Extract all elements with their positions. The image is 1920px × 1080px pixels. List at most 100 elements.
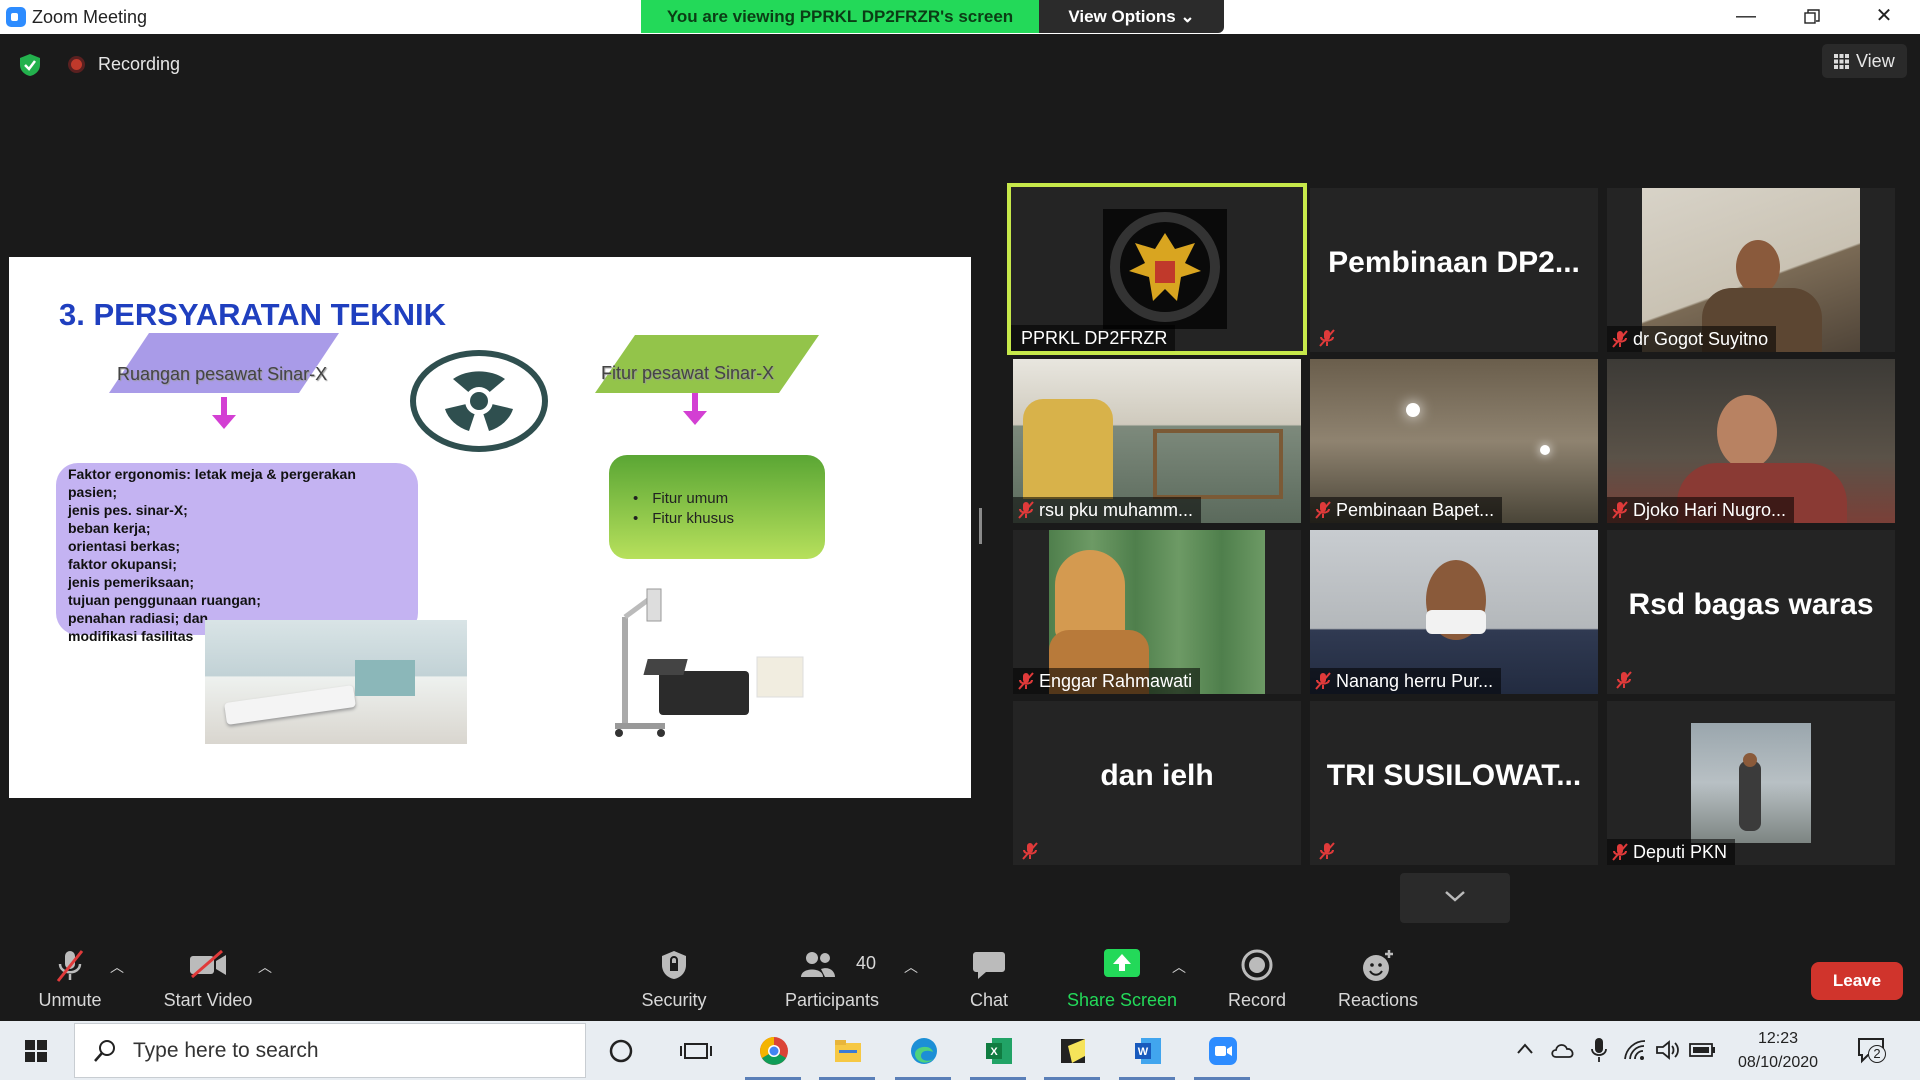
- security-label: Security: [641, 990, 707, 1010]
- share-screen-button[interactable]: Share Screen: [1062, 935, 1182, 1021]
- garuda-logo: [1103, 209, 1227, 329]
- muted-mic-icon: [1616, 671, 1632, 689]
- wifi-icon[interactable]: [1623, 1039, 1647, 1061]
- leave-button[interactable]: Leave: [1811, 962, 1903, 1000]
- unmute-label: Unmute: [38, 990, 102, 1010]
- participant-name: PPRKL DP2FRZR: [1011, 325, 1176, 351]
- task-view-icon[interactable]: [680, 1037, 712, 1065]
- muted-mic-icon: [1315, 501, 1331, 519]
- audio-options-caret-icon[interactable]: ︿: [110, 957, 124, 977]
- volume-icon[interactable]: [1655, 1039, 1681, 1061]
- participant-tile[interactable]: PPRKL DP2FRZR: [1007, 183, 1307, 355]
- minimize-icon[interactable]: —: [1718, 0, 1774, 34]
- participant-tile[interactable]: Deputi PKN: [1607, 701, 1895, 865]
- sticky-notes-icon[interactable]: [1036, 1021, 1108, 1080]
- security-button[interactable]: Security: [624, 935, 724, 1021]
- show-hidden-icons-chevron-icon[interactable]: [1515, 1041, 1535, 1057]
- view-button[interactable]: View: [1822, 44, 1907, 78]
- cortana-icon[interactable]: [607, 1037, 635, 1065]
- participant-name: Pembinaan Bapet...: [1336, 500, 1495, 520]
- participant-name: Djoko Hari Nugro...: [1633, 500, 1787, 520]
- participant-tile[interactable]: rsu pku muhamm...: [1013, 359, 1301, 523]
- participant-tile[interactable]: dr Gogot Suyitno: [1607, 188, 1895, 352]
- participant-label: Nanang herru Pur...: [1310, 668, 1502, 694]
- taskbar-clock[interactable]: 12:23 08/10/2020: [1718, 1027, 1838, 1075]
- encryption-shield-icon[interactable]: [19, 53, 41, 77]
- participant-name: dr Gogot Suyitno: [1633, 329, 1769, 349]
- video-options-caret-icon[interactable]: ︿: [258, 957, 272, 977]
- start-video-button[interactable]: Start Video: [150, 935, 266, 1021]
- participants-options-caret-icon[interactable]: ︿: [904, 957, 918, 977]
- restore-icon[interactable]: [1784, 0, 1840, 34]
- chat-label: Chat: [969, 990, 1009, 1010]
- battery-icon[interactable]: [1689, 1041, 1717, 1059]
- muted-mic-icon: [1319, 842, 1335, 860]
- word-icon[interactable]: W: [1111, 1021, 1183, 1080]
- reactions-icon: [1363, 950, 1393, 981]
- clock-date: 08/10/2020: [1737, 1054, 1819, 1071]
- record-icon: [1241, 949, 1273, 981]
- search-icon: [94, 1040, 115, 1062]
- edge-icon[interactable]: [887, 1021, 959, 1080]
- close-icon[interactable]: ✕: [1856, 0, 1912, 34]
- microphone-tray-icon[interactable]: [1591, 1037, 1607, 1063]
- muted-mic-icon: [1018, 501, 1034, 519]
- factor-item: orientasi berkas;: [68, 538, 181, 554]
- factor-item: tujuan penggunaan ruangan;: [68, 592, 261, 608]
- participant-tile[interactable]: Djoko Hari Nugro...: [1607, 359, 1895, 523]
- participant-tile[interactable]: Pembinaan Bapet...: [1310, 359, 1598, 523]
- xray-room-photo: [205, 620, 467, 744]
- windows-start-icon[interactable]: [0, 1021, 72, 1080]
- chevron-down-icon: [1445, 891, 1465, 902]
- participant-name: Enggar Rahmawati: [1039, 671, 1193, 691]
- record-button[interactable]: Record: [1212, 935, 1302, 1021]
- participant-tile[interactable]: Nanang herru Pur...: [1310, 530, 1598, 694]
- participant-tile[interactable]: Rsd bagas waras: [1607, 530, 1895, 694]
- factor-item: Faktor ergonomis: letak meja & pergeraka…: [68, 466, 356, 482]
- gallery-next-page-button[interactable]: [1400, 873, 1510, 923]
- viewing-screen-banner: You are viewing PPRKL DP2FRZR's screen: [641, 0, 1039, 33]
- notifications-button[interactable]: 2: [1856, 1035, 1886, 1065]
- security-shield-icon: [662, 951, 686, 979]
- zoom-icon[interactable]: [1186, 1021, 1258, 1080]
- participant-label: dr Gogot Suyitno: [1607, 326, 1777, 352]
- participant-label: rsu pku muhamm...: [1013, 497, 1202, 523]
- participants-button[interactable]: 40 Participants: [772, 935, 892, 1021]
- factor-item: beban kerja;: [68, 520, 151, 536]
- slide-title: 3. PERSYARATAN TEKNIK: [59, 297, 446, 332]
- muted-mic-icon: [1612, 501, 1628, 519]
- onedrive-cloud-icon[interactable]: [1550, 1041, 1576, 1059]
- participant-tile[interactable]: Pembinaan DP2...: [1310, 188, 1598, 352]
- participant-tile[interactable]: Enggar Rahmawati: [1013, 530, 1301, 694]
- search-placeholder: Type here to search: [133, 1039, 319, 1062]
- panel-resize-handle[interactable]: [979, 508, 982, 544]
- notification-count: 2: [1868, 1045, 1886, 1063]
- file-explorer-icon[interactable]: [811, 1021, 883, 1080]
- view-options-button[interactable]: View Options ⌄: [1039, 0, 1224, 33]
- share-options-caret-icon[interactable]: ︿: [1172, 957, 1186, 977]
- left-arrow: [221, 397, 227, 417]
- chrome-icon[interactable]: [737, 1021, 809, 1080]
- participant-tile[interactable]: TRI SUSILOWAT...: [1310, 701, 1598, 865]
- factors-list: Faktor ergonomis: letak meja & pergeraka…: [68, 465, 398, 645]
- chat-button[interactable]: Chat: [944, 935, 1034, 1021]
- participants-label: Participants: [784, 990, 880, 1010]
- excel-icon[interactable]: X: [962, 1021, 1034, 1080]
- muted-mic-icon: [1612, 843, 1628, 861]
- right-heading: Fitur pesawat Sinar-X: [601, 363, 775, 383]
- chevron-down-icon: ⌄: [1180, 7, 1195, 26]
- taskbar-search-input[interactable]: Type here to search: [74, 1023, 586, 1078]
- unmute-button[interactable]: Unmute: [20, 935, 120, 1021]
- feature-item: Fitur umum: [633, 489, 734, 509]
- record-label: Record: [1227, 990, 1287, 1010]
- participant-label: Enggar Rahmawati: [1013, 668, 1201, 694]
- factor-item: jenis pes. sinar-X;: [68, 502, 188, 518]
- features-list: Fitur umum Fitur khusus: [633, 489, 734, 529]
- participant-name: Nanang herru Pur...: [1336, 671, 1494, 691]
- feature-item: Fitur khusus: [633, 509, 734, 529]
- shared-screen-slide: 3. PERSYARATAN TEKNIK Ruangan pesawat Si…: [9, 257, 971, 798]
- participant-tile[interactable]: dan ielh: [1013, 701, 1301, 865]
- right-arrow-head: [683, 411, 707, 425]
- reactions-button[interactable]: Reactions: [1330, 935, 1426, 1021]
- participant-label: Deputi PKN: [1607, 839, 1736, 865]
